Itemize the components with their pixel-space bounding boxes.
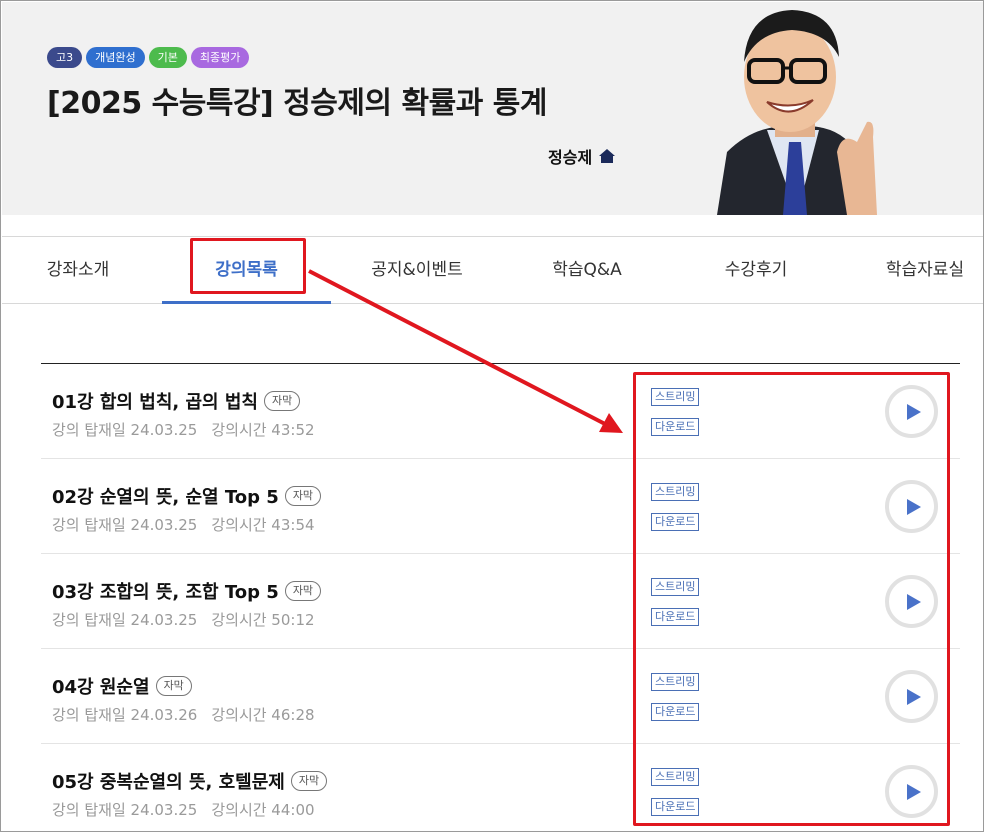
page-frame: 고3 개념완성 기본 최종평가 [2025 수능특강] 정승제의 확률과 통계 … (0, 0, 984, 832)
annotation-arrow (308, 269, 623, 433)
